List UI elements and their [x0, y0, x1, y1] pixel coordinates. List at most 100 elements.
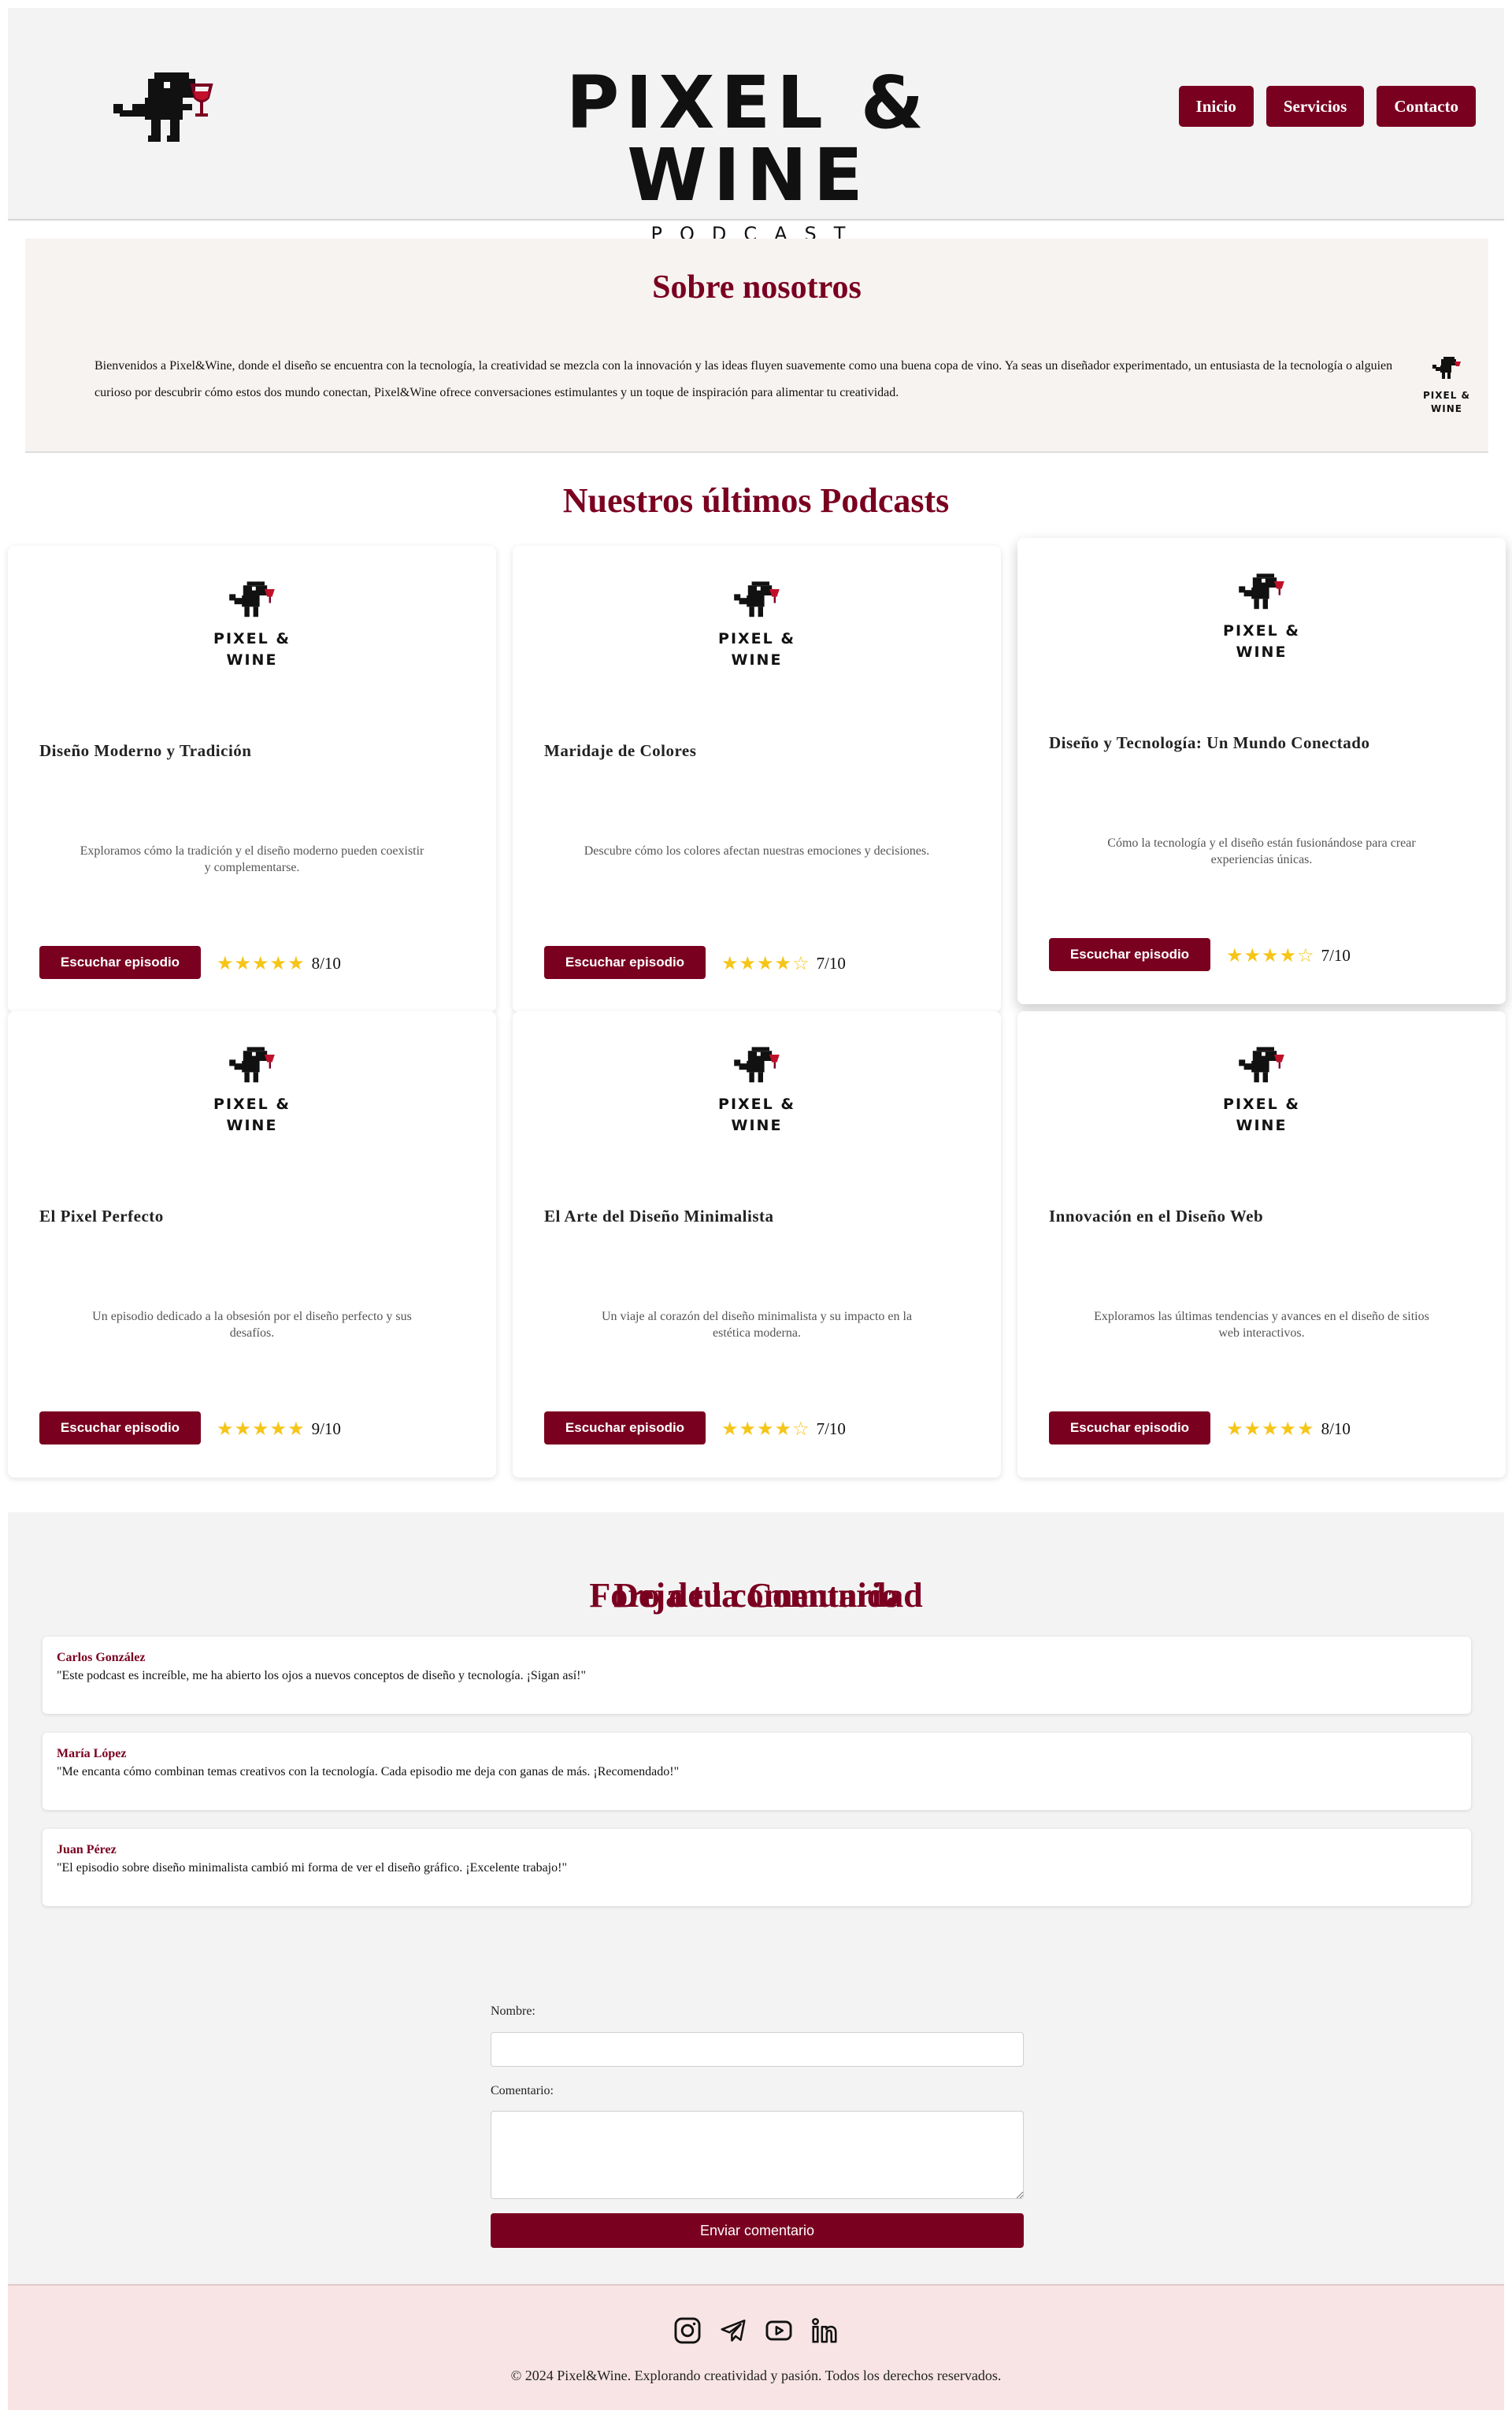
podcast-rating: ★★★★☆ 7/10 — [721, 1418, 846, 1440]
podcast-description: Un episodio dedicado a la obsesión por e… — [92, 1310, 412, 1340]
dino-wine-logo[interactable] — [110, 63, 220, 158]
rating-score: 8/10 — [1321, 1419, 1351, 1438]
about-logo: PIXEL & WINE — [1419, 355, 1474, 420]
submit-comment-button[interactable]: Enviar comentario — [491, 2213, 1024, 2248]
comment-author: Juan Pérez — [57, 1843, 117, 1856]
rating-stars: ★★★★☆ — [1226, 944, 1315, 966]
dino-icon — [734, 1047, 780, 1083]
name-input[interactable] — [491, 2032, 1024, 2067]
listen-episode-button[interactable]: Escuchar episodio — [544, 946, 706, 979]
rating-score: 7/10 — [816, 1419, 846, 1438]
podcast-logo: PIXEL & WINE — [1210, 571, 1313, 666]
about-text: Bienvenidos a Pixel&Wine, donde el diseñ… — [94, 359, 1393, 399]
site-header: PIXEL & WINE PODCAST Inicio Servicios Co… — [8, 8, 1504, 245]
name-label: Nombre: — [491, 2004, 536, 2018]
podcast-title: El Pixel Perfecto — [39, 1207, 164, 1226]
dino-icon — [229, 1047, 275, 1083]
brand: PIXEL & WINE PODCAST — [465, 61, 1032, 246]
resize-handle-icon[interactable] — [1016, 2191, 1024, 2199]
rating-stars: ★★★★★ — [217, 1418, 306, 1440]
comment-card: Juan Pérez "El episodio sobre diseño min… — [43, 1829, 1471, 1906]
nav-servicios-button[interactable]: Servicios — [1266, 86, 1365, 127]
listen-episode-button[interactable]: Escuchar episodio — [39, 1411, 201, 1444]
site-footer: © 2024 Pixel&Wine. Explorando creativida… — [8, 2284, 1504, 2410]
rating-stars: ★★★★★ — [1226, 1418, 1315, 1440]
podcast-description: Un viaje al corazón del diseño minimalis… — [601, 1310, 913, 1340]
page: PIXEL & WINE PODCAST Inicio Servicios Co… — [0, 0, 1512, 2418]
podcast-logo-text: PIXEL & WINE — [1223, 1096, 1300, 1134]
podcast-logo: PIXEL & WINE — [706, 1044, 808, 1139]
about-logo-text: PIXEL & WINE — [1423, 390, 1470, 414]
podcast-card: PIXEL & WINE Maridaje de Colores Descubre c… — [513, 546, 1001, 1012]
podcast-logo-text: PIXEL & WINE — [718, 1096, 795, 1134]
podcast-logo: PIXEL & WINE — [1210, 1044, 1313, 1139]
comment-card: Carlos González "Este podcast es increíb… — [43, 1637, 1471, 1714]
podcast-logo-text: PIXEL & WINE — [213, 630, 291, 669]
podcast-card: PIXEL & WINE Innovación en el Diseño Web Ex… — [1017, 1011, 1506, 1478]
podcast-rating: ★★★★☆ 7/10 — [721, 952, 846, 974]
copyright-text: © 2024 Pixel&Wine. Explorando creativida… — [510, 2368, 1002, 2383]
podcast-logo-text: PIXEL & WINE — [1223, 622, 1300, 661]
comment-text: "Este podcast es increíble, me ha abiert… — [57, 1669, 586, 1682]
brand-name: PIXEL & WINE — [565, 61, 931, 217]
main-nav: Inicio Servicios Contacto — [1178, 86, 1476, 127]
comment-text: "El episodio sobre diseño minimalista ca… — [57, 1861, 567, 1875]
rating-score: 7/10 — [816, 953, 846, 973]
listen-episode-button[interactable]: Escuchar episodio — [1049, 938, 1210, 971]
social-links — [8, 2316, 1504, 2346]
instagram-icon[interactable] — [673, 2316, 702, 2346]
podcast-logo-text: PIXEL & WINE — [718, 630, 795, 669]
youtube-icon[interactable] — [764, 2316, 794, 2346]
dino-icon — [734, 581, 780, 617]
nav-inicio-button[interactable]: Inicio — [1178, 86, 1254, 127]
podcast-description: Cómo la tecnología y el diseño están fus… — [1107, 836, 1416, 866]
podcast-rating: ★★★★★ 9/10 — [217, 1418, 341, 1440]
telegram-icon[interactable] — [718, 2316, 748, 2346]
podcast-title: Innovación en el Diseño Web — [1049, 1207, 1264, 1226]
nav-contacto-button[interactable]: Contacto — [1377, 86, 1476, 127]
rating-stars: ★★★★☆ — [721, 952, 810, 974]
podcast-card: PIXEL & WINE El Pixel Perfecto Un episodio … — [8, 1011, 496, 1478]
listen-episode-button[interactable]: Escuchar episodio — [39, 946, 201, 979]
podcast-title: El Arte del Diseño Minimalista — [544, 1207, 774, 1226]
comment-author: María López — [57, 1747, 127, 1760]
comment-card: María López "Me encanta cómo combinan te… — [43, 1733, 1471, 1810]
podcast-description: Exploramos cómo la tradición y el diseño… — [80, 844, 424, 874]
podcast-title: Diseño Moderno y Tradición — [39, 741, 252, 760]
podcast-card: PIXEL & WINE Diseño y Tecnología: Un Mundo… — [1017, 538, 1506, 1004]
podcast-logo-text: PIXEL & WINE — [213, 1096, 291, 1134]
comment-form-title: Deja tu comentario — [613, 1576, 899, 1615]
podcast-card: PIXEL & WINE El Arte del Diseño Minimalist… — [513, 1011, 1001, 1478]
about-title: Sobre nosotros — [652, 269, 862, 306]
podcasts-title: Nuestros últimos Podcasts — [562, 481, 950, 520]
podcast-logo: PIXEL & WINE — [201, 1044, 303, 1139]
rating-stars: ★★★★☆ — [721, 1418, 810, 1440]
dino-icon — [1432, 357, 1461, 379]
linkedin-icon[interactable] — [810, 2316, 839, 2346]
listen-episode-button[interactable]: Escuchar episodio — [544, 1411, 706, 1444]
comment-textarea[interactable] — [491, 2111, 1024, 2199]
podcast-rating: ★★★★★ 8/10 — [217, 952, 341, 974]
comment-label: Comentario: — [491, 2084, 554, 2097]
rating-stars: ★★★★★ — [217, 952, 306, 974]
about-section: Sobre nosotros Bienvenidos a Pixel&Wine,… — [25, 239, 1488, 453]
podcast-title: Maridaje de Colores — [544, 741, 697, 760]
podcast-card: PIXEL & WINE Diseño Moderno y Tradición Exp… — [8, 546, 496, 1012]
podcast-logo: PIXEL & WINE — [201, 579, 303, 673]
listen-episode-button[interactable]: Escuchar episodio — [1049, 1411, 1210, 1444]
podcast-description: Exploramos las últimas tendencias y avan… — [1094, 1310, 1429, 1340]
comment-text: "Me encanta cómo combinan temas creativo… — [57, 1765, 680, 1778]
forum-section: Foro de la Comunidad Carlos González "Es… — [8, 1512, 1504, 2284]
podcast-logo: PIXEL & WINE — [706, 579, 808, 673]
rating-score: 9/10 — [311, 1419, 341, 1438]
podcast-description: Descubre cómo los colores afectan nuestr… — [584, 844, 930, 858]
comment-author: Carlos González — [57, 1651, 146, 1664]
dino-icon — [1239, 573, 1284, 610]
podcast-rating: ★★★★★ 8/10 — [1226, 1418, 1351, 1440]
dino-icon — [229, 581, 275, 617]
rating-score: 8/10 — [311, 953, 341, 973]
rating-score: 7/10 — [1321, 945, 1351, 965]
podcast-title: Diseño y Tecnología: Un Mundo Conectado — [1049, 733, 1370, 752]
podcast-rating: ★★★★☆ 7/10 — [1226, 944, 1351, 966]
dino-icon — [1239, 1047, 1284, 1083]
